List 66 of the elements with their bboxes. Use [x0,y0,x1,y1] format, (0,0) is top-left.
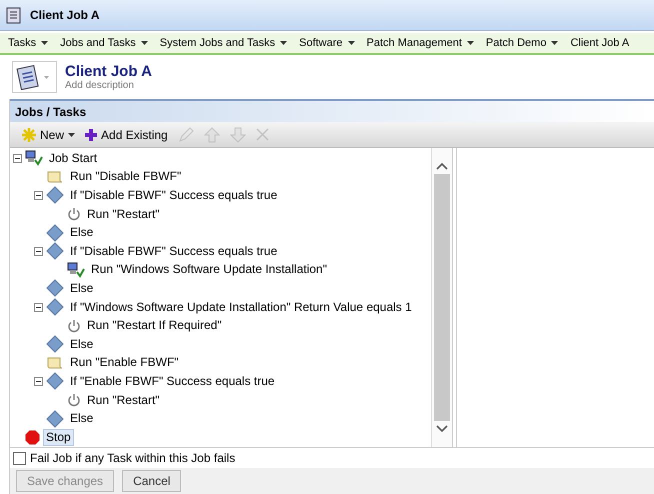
plus-icon [85,128,98,140]
diamond-icon [46,242,64,260]
diamond-icon [46,186,64,204]
collapse-toggle[interactable] [13,154,22,163]
tree-item[interactable]: Job Start [46,150,100,167]
tree-item[interactable]: Else [67,410,96,428]
menu-item[interactable]: Patch Management [358,37,478,49]
scroll-down-icon [436,425,448,433]
menu-item[interactable]: Patch Demo [478,37,562,49]
collapse-toggle[interactable] [34,302,43,312]
tree-item[interactable]: Run "Enable FBWF" [67,354,182,372]
collapse-toggle[interactable] [34,376,43,386]
pencil-icon [178,126,194,142]
caret-icon [68,132,76,136]
computer-icon [25,150,43,166]
diamond-icon [46,279,64,298]
star-icon [22,128,36,142]
tree-item[interactable]: If "Enable FBWF" Success equals true [67,372,278,390]
clipboard-icon [6,6,22,24]
tree-item[interactable]: Run "Restart If Required" [84,317,225,334]
diamond-icon [46,372,64,390]
diamond-icon [46,410,64,428]
tree-item[interactable]: Else [67,280,96,297]
menu-item[interactable]: System Jobs and Tasks [152,37,292,49]
tree-item[interactable]: If "Disable FBWF" Success equals true [67,242,280,260]
caret-icon [44,76,49,78]
collapse-toggle[interactable] [34,246,43,256]
tree-item[interactable]: Run "Disable FBWF" [67,168,184,186]
down-arrow-icon [230,126,246,142]
tree-item[interactable]: Else [67,336,96,353]
scroll-icon [46,170,64,184]
power-icon [67,207,81,222]
panel-title: Jobs / Tasks [10,99,654,122]
scroll-icon [46,356,64,370]
checkbox-label: Fail Job if any Task within this Job fails [30,451,236,465]
checkbox[interactable] [13,452,26,464]
add-button[interactable]: Add Existing [83,128,170,142]
description-link[interactable]: Add description [65,80,152,91]
power-icon [67,318,81,333]
scrollbar[interactable] [431,148,453,447]
diamond-icon [46,335,64,354]
icon-picker[interactable] [12,61,57,93]
tree-item[interactable]: Run "Restart" [84,392,163,409]
window-title: Client Job A [30,8,100,22]
computer-icon [67,262,85,278]
diamond-icon [46,224,64,242]
collapse-toggle[interactable] [34,190,43,200]
tree-item[interactable]: Run "Windows Software Update Installation" [88,261,330,278]
new-button[interactable]: New [20,128,78,142]
diamond-icon [46,298,64,316]
tree-item[interactable]: If "Windows Software Update Installation" Return Value equals 1 [67,298,415,316]
stop-icon [25,430,40,445]
menu-item[interactable]: Jobs and Tasks [52,37,152,49]
tree-item[interactable]: If "Disable FBWF" Success equals true [67,186,280,204]
tree-item[interactable]: Run "Restart" [84,206,163,223]
tree-item[interactable]: Stop [43,428,74,446]
menu-item[interactable]: Software [291,37,359,49]
power-icon [67,393,81,408]
cancel-button[interactable]: Cancel [122,470,182,492]
menu-item[interactable]: Tasks [0,37,52,49]
scroll-up-icon [436,162,448,170]
page-title: Client Job A [65,63,152,80]
up-arrow-icon [204,126,220,142]
menu-item[interactable]: Client Job A [562,37,634,49]
close-icon [256,128,269,141]
tree-item[interactable]: Else [67,224,96,242]
